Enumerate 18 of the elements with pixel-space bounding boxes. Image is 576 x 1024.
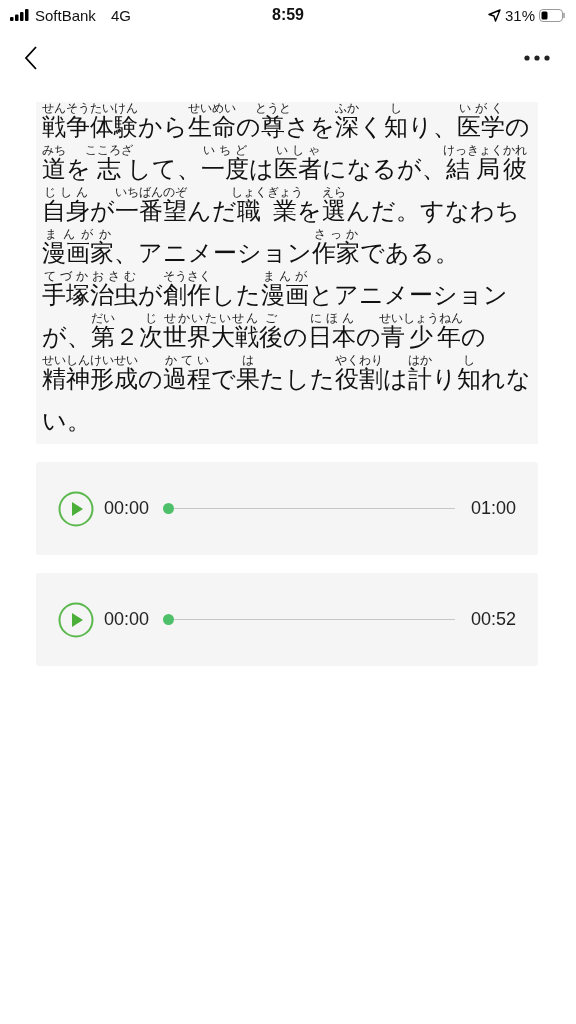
carrier-name: SoftBank [35,6,96,24]
play-icon[interactable] [58,490,94,527]
progress-thumb[interactable] [163,503,175,514]
back-icon[interactable] [24,46,38,70]
current-time: 00:00 [104,498,150,519]
signal-icon [10,9,30,21]
battery-percent: 31% [504,6,535,24]
duration-time: 01:00 [470,498,516,519]
progress-thumb[interactable] [163,614,175,625]
battery-icon [539,8,566,22]
network-type: 4G [110,6,131,24]
clock-time: 8:59 [272,6,304,24]
duration-time: 00:52 [470,609,516,630]
current-time: 00:00 [104,609,150,630]
more-icon[interactable] [524,55,550,61]
play-icon[interactable] [58,601,94,638]
furigana-paragraph: 戦争体験 せんそうたいけん から生命 せいめい の尊 とうと さを深 ふか く 知 し り、医学 いがく の 道 みち を 志 こころざ して、一度 いちど は医者 いしゃ になるが、結局 けっきょく 彼 かれ 自身 じしん が一番 いちばん 望 のぞ んだ職業 しょくぎょう を選 えら んだ。すなわち 漫画家 まんがか 、アニメーション作家 さっか である。 手塚治虫 てづかおさむ が創作 そうさく した漫画 まんが とアニメーションが、第 だい ２ 次 じ 世界大戦 せかいたいせん 後 ご の 日本 にほん の青少年 せいしょうねん の 精神形成 せいしんけいせい の過程 かてい で果 は たした役割 やくわり は計 はか り 知 し れない。 [36,102,538,444]
location-arrow-icon [487,8,501,22]
